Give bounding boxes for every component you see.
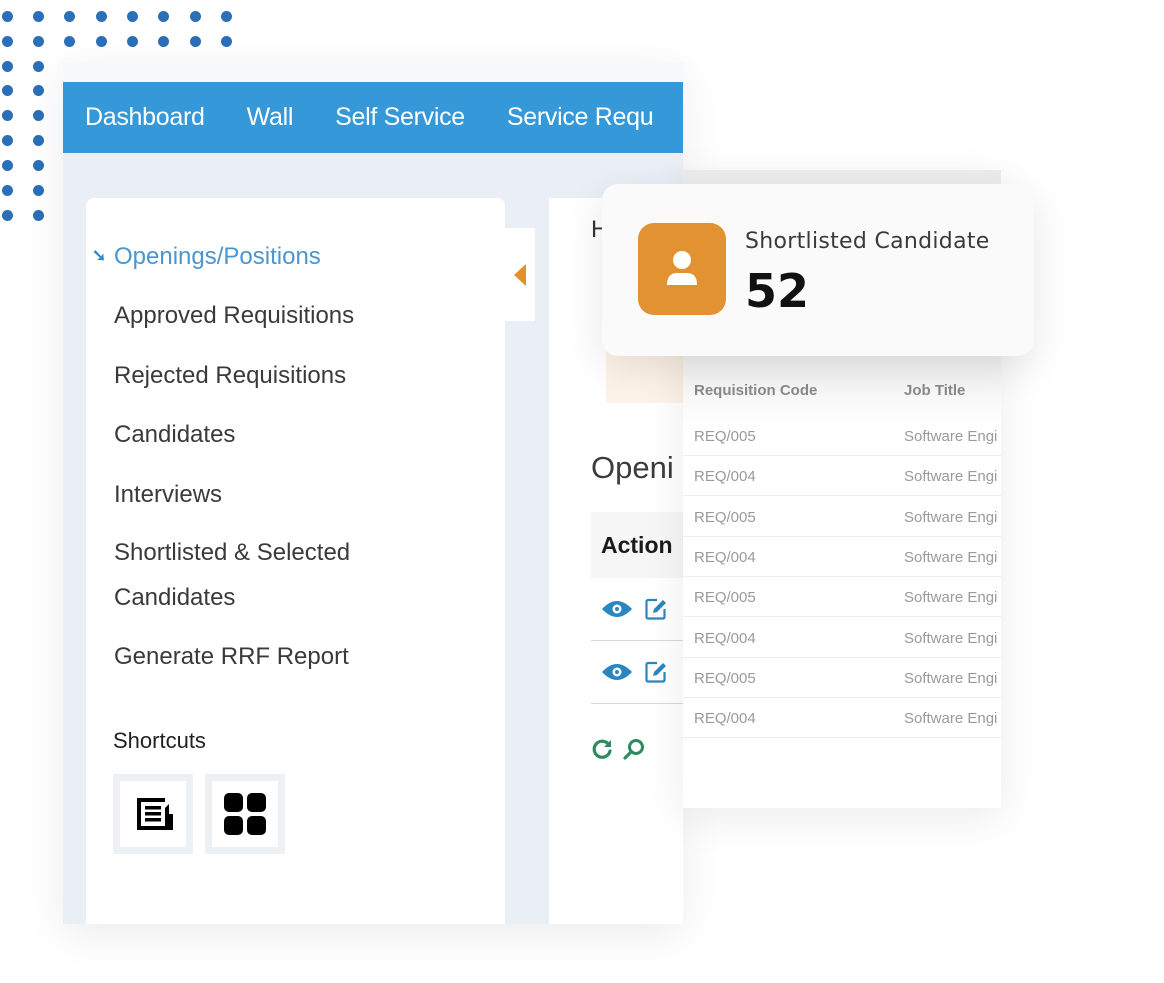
decorative-dot [2, 61, 13, 72]
sidebar-item-openings-positions[interactable]: Openings/Positions [114, 234, 321, 279]
cell-job-title: Software Engi [904, 669, 998, 687]
view-icon[interactable] [601, 599, 633, 619]
decorative-dot [64, 36, 75, 47]
cell-job-title: Software Engi [904, 428, 998, 445]
edit-icon[interactable] [645, 661, 667, 683]
decorative-dot [2, 185, 13, 196]
decorative-dot [2, 11, 13, 22]
view-icon[interactable] [601, 662, 633, 682]
cell-job-title: Software Engi [904, 589, 998, 607]
column-header-job-title[interactable]: Job Title [904, 382, 965, 399]
cell-job-title: Software Engi [904, 629, 998, 647]
collapse-left-icon [514, 263, 526, 286]
table-row[interactable]: REQ/004 Software Engi [683, 618, 1001, 658]
decorative-dot [33, 61, 44, 72]
action-column-header: Action [591, 512, 683, 578]
decorative-dot [2, 85, 13, 96]
top-navbar: Dashboard Wall Self Service Service Requ [63, 82, 683, 153]
table-row[interactable]: REQ/004 Software Engi [683, 537, 1001, 577]
table-row[interactable]: REQ/005 Software Engi [683, 658, 1001, 698]
shortcuts-title: Shortcuts [113, 728, 206, 753]
table-utility-icons [591, 738, 645, 760]
action-row [591, 578, 683, 641]
search-icon[interactable] [623, 738, 645, 760]
decorative-dot [190, 11, 201, 22]
document-list-icon [137, 798, 173, 830]
decorative-dot [33, 110, 44, 121]
cell-requisition-code: REQ/004 [694, 629, 756, 647]
decorative-dot [96, 11, 107, 22]
decorative-dot [33, 36, 44, 47]
sidebar: ➘ Openings/Positions Approved Requisitio… [86, 198, 505, 924]
decorative-dot [33, 185, 44, 196]
stat-label: Shortlisted Candidate [745, 229, 990, 254]
decorative-dot [127, 11, 138, 22]
openings-section-title: Openi [591, 450, 674, 485]
cell-job-title: Software Engi [904, 468, 998, 486]
sidebar-item-generate-rrf-report[interactable]: Generate RRF Report [114, 634, 349, 679]
sidebar-collapse-toggle[interactable] [505, 228, 535, 321]
user-icon [667, 251, 697, 285]
action-row [591, 641, 683, 704]
nav-service-requests[interactable]: Service Requ [507, 103, 654, 132]
nav-wall[interactable]: Wall [247, 103, 294, 132]
shortcut-grid-apps[interactable] [205, 774, 285, 854]
cell-requisition-code: REQ/004 [694, 548, 756, 566]
sidebar-item-approved-requisitions[interactable]: Approved Requisitions [114, 293, 354, 338]
shortcut-document-list[interactable] [113, 774, 193, 854]
decorative-dot [190, 36, 201, 47]
sidebar-item-shortlisted-selected[interactable]: Shortlisted & Selected [114, 530, 350, 575]
decorative-dot [158, 36, 169, 47]
decorative-dot [64, 11, 75, 22]
decorative-dot [33, 11, 44, 22]
nav-self-service[interactable]: Self Service [335, 103, 465, 132]
decorative-dot [127, 36, 138, 47]
cell-requisition-code: REQ/005 [694, 669, 756, 687]
decorative-dot [2, 160, 13, 171]
column-header-requisition-code[interactable]: Requisition Code [694, 382, 817, 399]
decorative-dot [158, 11, 169, 22]
window-top-bar [63, 62, 683, 82]
edit-icon[interactable] [645, 598, 667, 620]
shortlisted-candidate-stat-card: Shortlisted Candidate 52 [602, 184, 1034, 356]
cell-requisition-code: REQ/004 [694, 468, 756, 486]
decorative-dot [221, 36, 232, 47]
nav-dashboard[interactable]: Dashboard [85, 103, 205, 132]
highlight-band [606, 348, 683, 403]
cell-requisition-code: REQ/005 [694, 428, 756, 445]
stat-value: 52 [745, 264, 810, 318]
cell-job-title: Software Engi [904, 548, 998, 566]
cell-job-title: Software Engi [904, 710, 998, 728]
cell-requisition-code: REQ/004 [694, 710, 756, 728]
decorative-dot [33, 85, 44, 96]
refresh-icon[interactable] [591, 738, 613, 760]
decorative-dot [33, 135, 44, 146]
cell-requisition-code: REQ/005 [694, 589, 756, 607]
decorative-dot [33, 160, 44, 171]
decorative-dot [96, 36, 107, 47]
sidebar-item-interviews[interactable]: Interviews [114, 472, 222, 517]
decorative-dot [2, 210, 13, 221]
table-row[interactable]: REQ/004 Software Engi [683, 456, 1001, 497]
table-row[interactable]: REQ/004 Software Engi [683, 698, 1001, 739]
sidebar-item-shortlisted-selected-line2[interactable]: Candidates [114, 575, 235, 620]
decorative-dot [221, 11, 232, 22]
cell-requisition-code: REQ/005 [694, 508, 756, 526]
grid-apps-icon [224, 793, 266, 835]
decorative-dot [33, 210, 44, 221]
stat-icon-tile [638, 223, 726, 315]
active-arrow-icon: ➘ [92, 246, 107, 265]
sidebar-item-rejected-requisitions[interactable]: Rejected Requisitions [114, 353, 346, 398]
cell-job-title: Software Engi [904, 508, 998, 526]
app-window: Dashboard Wall Self Service Service Requ… [63, 62, 683, 924]
table-row[interactable]: REQ/005 Software Engi [683, 577, 1001, 618]
table-row[interactable]: REQ/005 Software Engi [683, 497, 1001, 537]
sidebar-item-candidates[interactable]: Candidates [114, 412, 235, 457]
decorative-dot [2, 135, 13, 146]
decorative-dot [2, 36, 13, 47]
decorative-dot [2, 110, 13, 121]
table-row[interactable]: REQ/005 Software Engi [683, 416, 1001, 456]
